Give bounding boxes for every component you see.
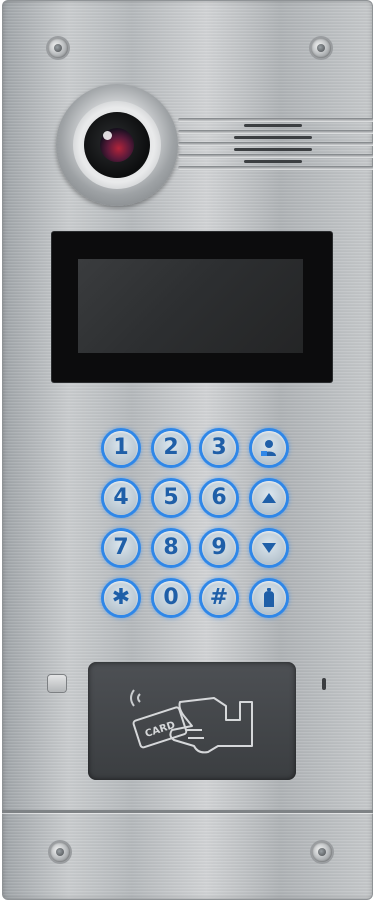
screw-top-left-icon [48, 38, 68, 58]
camera-lens-icon [56, 84, 178, 206]
key-label: 4 [113, 485, 129, 510]
speaker-line [178, 118, 373, 122]
hash-icon: # [209, 585, 229, 610]
key-4-button[interactable]: 4 [104, 481, 138, 515]
arrow-up-icon [260, 491, 278, 505]
key-label: 3 [211, 435, 227, 460]
card-reader[interactable]: CARD [88, 662, 296, 780]
key-up-button[interactable] [252, 481, 286, 515]
panel-seam [2, 810, 373, 813]
user-icon [259, 438, 279, 458]
key-star-button[interactable]: ✱ [104, 581, 138, 615]
screw-top-right-icon [311, 38, 331, 58]
speaker-slot [234, 136, 312, 139]
key-3-button[interactable]: 3 [202, 431, 236, 465]
key-5-button[interactable]: 5 [154, 481, 188, 515]
proximity-sensor [48, 675, 66, 692]
key-user-button[interactable] [252, 431, 286, 465]
speaker-slot [244, 160, 302, 163]
key-label: 9 [211, 535, 227, 560]
speaker-line [178, 154, 373, 158]
arrow-down-icon [260, 541, 278, 555]
key-label: 0 [163, 585, 179, 610]
video-screen [52, 232, 332, 382]
star-icon: ✱ [111, 585, 131, 610]
key-label: 1 [113, 435, 129, 460]
key-label: 2 [163, 435, 179, 460]
key-9-button[interactable]: 9 [202, 531, 236, 565]
key-0-button[interactable]: 0 [154, 581, 188, 615]
camera-lens [84, 112, 150, 178]
speaker-line [178, 166, 373, 170]
key-6-button[interactable]: 6 [202, 481, 236, 515]
speaker-grille [178, 118, 373, 172]
key-label: 8 [163, 535, 179, 560]
lens-glint [103, 131, 112, 140]
hand-card-icon: CARD [130, 689, 253, 754]
bell-icon [261, 587, 277, 609]
key-down-button[interactable] [252, 531, 286, 565]
key-label: 7 [113, 535, 129, 560]
screen-display [78, 259, 303, 353]
speaker-line [178, 130, 373, 134]
key-2-button[interactable]: 2 [154, 431, 188, 465]
screw-bottom-left-icon [50, 842, 70, 862]
screw-bottom-right-icon [312, 842, 332, 862]
speaker-slot [244, 124, 302, 127]
speaker-slot [234, 148, 312, 151]
key-7-button[interactable]: 7 [104, 531, 138, 565]
status-led [322, 678, 326, 690]
key-1-button[interactable]: 1 [104, 431, 138, 465]
key-hash-button[interactable]: # [202, 581, 236, 615]
key-8-button[interactable]: 8 [154, 531, 188, 565]
key-bell-button[interactable] [252, 581, 286, 615]
key-label: 5 [163, 485, 179, 510]
intercom-panel: 1 2 3 4 5 6 7 8 9 ✱ 0 # CARD [2, 0, 373, 900]
speaker-line [178, 142, 373, 146]
key-label: 6 [211, 485, 227, 510]
